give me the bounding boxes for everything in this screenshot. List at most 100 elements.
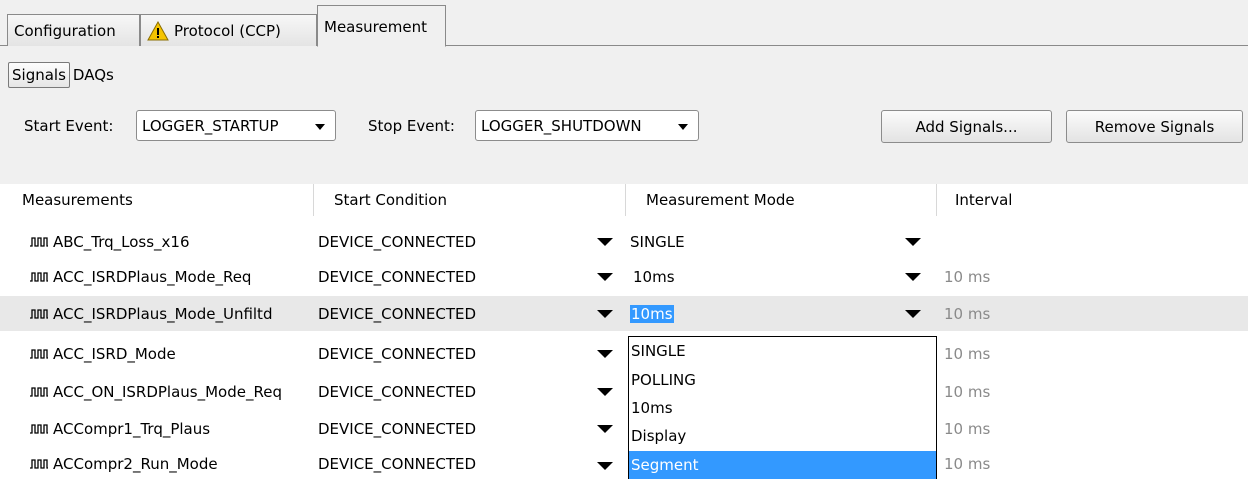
start-condition-dropdown-icon[interactable] [597, 238, 613, 246]
remove-signals-button[interactable]: Remove Signals [1066, 110, 1243, 143]
start-condition-dropdown-icon[interactable] [597, 310, 613, 318]
measurement-table: Measurements Start Condition Measurement… [0, 184, 1248, 479]
warning-icon [147, 20, 169, 40]
dropdown-option-polling[interactable]: POLLING [629, 365, 936, 393]
column-header-label: Interval [955, 191, 1013, 209]
chevron-down-icon [678, 124, 688, 130]
start-condition-cell[interactable]: DEVICE_CONNECTED [318, 411, 588, 446]
measurement-name: ABC_Trq_Loss_x16 [53, 232, 190, 251]
measurement-name-cell: ACC_ISRD_Mode [30, 336, 314, 371]
measurement-name-cell: ABC_Trq_Loss_x16 [30, 224, 314, 259]
subtab-signals-label: Signals [12, 66, 66, 84]
interval-value: 10 ms [944, 304, 991, 323]
start-condition-cell[interactable]: DEVICE_CONNECTED [318, 336, 588, 371]
measurement-mode-dropdown-icon[interactable] [905, 273, 921, 281]
measurement-mode-cell[interactable]: 10ms [633, 259, 903, 294]
table-row-selected[interactable]: ACC_ISRDPlaus_Mode_Unfiltd DEVICE_CONNEC… [0, 296, 1248, 331]
start-condition-dropdown-icon[interactable] [597, 350, 613, 358]
tab-protocol[interactable]: Protocol (CCP) [140, 14, 317, 46]
dropdown-option-display[interactable]: Display [629, 422, 936, 450]
start-condition-value: DEVICE_CONNECTED [318, 382, 477, 401]
interval-cell: 10 ms [944, 336, 1144, 371]
start-condition-value: DEVICE_CONNECTED [318, 419, 477, 438]
signal-icon [30, 423, 48, 434]
measurement-mode-dropdown-icon[interactable] [905, 238, 921, 246]
subtab-daqs-label: DAQs [72, 66, 114, 84]
signal-icon [30, 236, 48, 247]
start-event-select[interactable]: LOGGER_STARTUP [136, 110, 336, 141]
table-row[interactable]: ACC_ISRD_Mode DEVICE_CONNECTED 10 ms [0, 336, 1248, 371]
interval-value: 10 ms [944, 344, 991, 363]
column-header-interval[interactable]: Interval [937, 184, 1248, 216]
table-row[interactable]: ACC_ON_ISRDPlaus_Mode_Req DEVICE_CONNECT… [0, 374, 1248, 409]
table-header: Measurements Start Condition Measurement… [0, 184, 1248, 216]
column-header-start-condition[interactable]: Start Condition [314, 184, 626, 216]
start-condition-cell[interactable]: DEVICE_CONNECTED [318, 374, 588, 409]
dropdown-option-label: SINGLE [631, 342, 686, 361]
tab-measurement[interactable]: Measurement [317, 5, 446, 47]
stop-event-value: LOGGER_SHUTDOWN [481, 116, 642, 135]
tab-configuration[interactable]: Configuration [7, 14, 140, 46]
start-condition-cell[interactable]: DEVICE_CONNECTED [318, 259, 588, 294]
column-header-label: Measurement Mode [646, 191, 795, 209]
tab-bar: Configuration Protocol (CCP) Measurement [0, 0, 1248, 47]
table-row[interactable]: ACCompr2_Run_Mode DEVICE_CONNECTED 10 ms [0, 446, 1248, 479]
remove-signals-label: Remove Signals [1094, 117, 1215, 136]
measurement-mode-dropdown-icon[interactable] [905, 310, 921, 318]
start-condition-dropdown-icon[interactable] [597, 388, 613, 396]
column-header-measurements[interactable]: Measurements [0, 184, 314, 216]
start-condition-cell[interactable]: DEVICE_CONNECTED [318, 296, 588, 331]
start-event-value: LOGGER_STARTUP [142, 116, 279, 135]
dropdown-option-10ms[interactable]: 10ms [629, 394, 936, 422]
stop-event-label: Stop Event: [368, 117, 455, 135]
tab-measurement-label: Measurement [324, 18, 427, 36]
interval-cell: 10 ms [944, 296, 1144, 331]
measurement-name-cell: ACC_ISRDPlaus_Mode_Unfiltd [30, 296, 314, 331]
measurement-mode-cell[interactable]: SINGLE [630, 224, 900, 259]
tab-configuration-label: Configuration [14, 21, 116, 40]
start-condition-value: DEVICE_CONNECTED [318, 344, 477, 363]
start-condition-cell[interactable]: DEVICE_CONNECTED [318, 224, 588, 259]
subtab-daqs[interactable]: DAQs [70, 62, 117, 88]
tab-protocol-label: Protocol (CCP) [174, 21, 281, 40]
column-header-label: Start Condition [334, 191, 447, 209]
interval-cell: 10 ms [944, 374, 1144, 409]
start-condition-value: DEVICE_CONNECTED [318, 454, 477, 473]
start-condition-value: DEVICE_CONNECTED [318, 267, 477, 286]
measurement-name: ACC_ISRD_Mode [53, 344, 176, 363]
subtab-signals[interactable]: Signals [8, 62, 70, 88]
measurement-name: ACCompr1_Trq_Plaus [53, 419, 211, 438]
measurement-mode-editor[interactable]: 10ms [630, 303, 674, 325]
start-condition-dropdown-icon[interactable] [597, 273, 613, 281]
column-header-measurement-mode[interactable]: Measurement Mode [626, 184, 937, 216]
interval-cell: 10 ms [944, 259, 1144, 294]
table-row[interactable]: ACC_ISRDPlaus_Mode_Req DEVICE_CONNECTED … [0, 259, 1248, 294]
stop-event-select[interactable]: LOGGER_SHUTDOWN [475, 110, 699, 141]
measurement-name-cell: ACC_ISRDPlaus_Mode_Req [30, 259, 314, 294]
interval-value: 10 ms [944, 267, 991, 286]
start-condition-dropdown-icon[interactable] [597, 425, 613, 433]
dropdown-option-single[interactable]: SINGLE [629, 337, 936, 365]
interval-value: 10 ms [944, 419, 991, 438]
dropdown-option-segment[interactable]: Segment [629, 450, 936, 479]
measurement-mode-dropdown-list: SINGLE POLLING 10ms Display Segment [628, 336, 937, 479]
start-condition-dropdown-icon[interactable] [597, 462, 613, 470]
signal-icon [30, 271, 48, 282]
signal-icon [30, 348, 48, 359]
dropdown-option-label: Display [631, 427, 687, 446]
interval-cell: 10 ms [944, 446, 1144, 479]
interval-value: 10 ms [944, 454, 991, 473]
start-event-label: Start Event: [24, 117, 114, 135]
table-row[interactable]: ABC_Trq_Loss_x16 DEVICE_CONNECTED SINGLE [0, 224, 1248, 259]
measurement-mode-value: 10ms [633, 267, 675, 286]
table-row[interactable]: ACCompr1_Trq_Plaus DEVICE_CONNECTED 10 m… [0, 411, 1248, 446]
measurement-name: ACC_ISRDPlaus_Mode_Unfiltd [53, 304, 273, 323]
column-header-label: Measurements [22, 191, 133, 209]
interval-value: 10 ms [944, 382, 991, 401]
measurement-name-cell: ACC_ON_ISRDPlaus_Mode_Req [30, 374, 314, 409]
start-condition-cell[interactable]: DEVICE_CONNECTED [318, 446, 588, 479]
measurement-name: ACC_ON_ISRDPlaus_Mode_Req [53, 382, 282, 401]
measurement-name: ACCompr2_Run_Mode [53, 454, 218, 473]
add-signals-button[interactable]: Add Signals... [881, 110, 1052, 143]
add-signals-label: Add Signals... [915, 117, 1018, 136]
